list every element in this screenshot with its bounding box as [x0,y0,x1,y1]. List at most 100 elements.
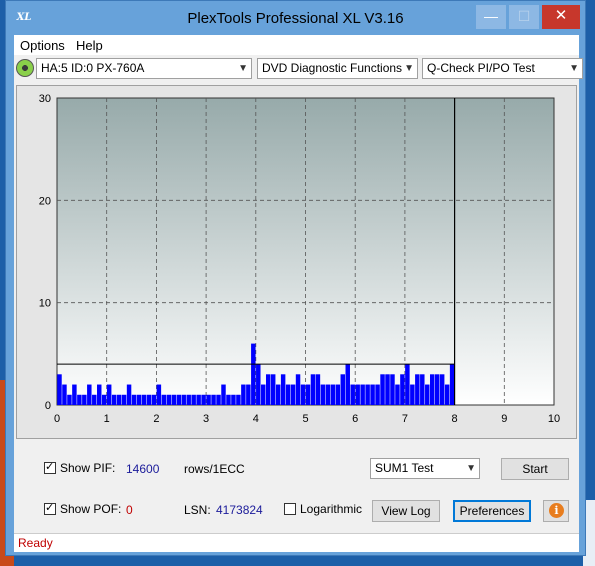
x-tick-label: 4 [253,413,259,425]
data-bar [226,394,231,405]
data-bar [72,384,77,405]
x-tick-label: 1 [104,413,110,425]
data-bar [201,394,206,405]
start-button[interactable]: Start [501,458,569,480]
lsn-value: 4173824 [216,503,263,517]
data-bar [221,384,226,405]
data-bar [315,374,321,405]
data-bar [430,374,435,405]
logarithmic-box[interactable] [284,503,296,515]
data-bar [246,384,251,405]
data-bar [136,394,142,405]
data-bar [415,374,420,405]
data-bar [275,384,281,405]
title-bar[interactable]: XL PlexTools Professional XL V3.16 — ☐ ✕ [6,1,585,35]
menu-options[interactable]: Options [20,38,65,53]
menu-help[interactable]: Help [76,38,103,53]
chevron-down-icon: ▼ [404,63,414,74]
data-bar [425,384,430,405]
data-bar [395,384,400,405]
show-poe-box[interactable] [44,501,56,515]
y-tick-label: 20 [39,195,51,207]
show-poe-checkbox[interactable]: Show POF: [44,501,121,516]
show-pif-box[interactable] [44,460,56,474]
data-bar [355,384,360,405]
info-button[interactable]: i [543,500,569,522]
data-bar [385,374,390,405]
data-bar [300,384,306,405]
x-tick-label: 3 [203,413,209,425]
y-tick-label: 30 [39,93,51,105]
data-bar [439,374,445,405]
rows-label: rows/1ECC [184,462,245,476]
preferences-button[interactable]: Preferences [453,500,531,522]
lsn-label: LSN: [184,503,211,517]
data-bar [390,374,395,405]
chevron-down-icon: ▼ [466,463,476,474]
client-area: Options Help HA:5 ID:0 PX-760A ▼ DVD Dia… [14,35,583,552]
sum-test-select[interactable]: SUM1 Test ▼ [370,458,480,479]
function-select-value: DVD Diagnostic Functions [262,61,403,75]
data-bar [370,384,375,405]
show-pif-checkbox[interactable]: Show PIF: [44,460,116,475]
x-tick-label: 6 [352,413,358,425]
data-bar [101,394,107,405]
data-bar [206,394,211,405]
data-bar [330,384,336,405]
toolbar: HA:5 ID:0 PX-760A ▼ DVD Diagnostic Funct… [14,55,583,83]
info-icon: i [549,503,564,518]
data-bar [62,384,67,405]
drive-select[interactable]: HA:5 ID:0 PX-760A ▼ [36,58,252,79]
data-bar [325,384,331,405]
data-bar [151,394,157,405]
data-bar [449,364,455,405]
x-tick-label: 9 [501,413,507,425]
view-log-button[interactable]: View Log [372,500,440,522]
maximize-button[interactable]: ☐ [509,5,539,29]
chevron-down-icon: ▼ [238,63,248,74]
data-bar [126,384,132,405]
data-bar [77,394,82,405]
data-bar [186,394,191,405]
data-bar [121,394,127,405]
logarithmic-checkbox[interactable]: Logarithmic [284,502,362,516]
data-bar [265,374,271,405]
x-tick-label: 2 [153,413,159,425]
data-bar [410,384,415,405]
data-bar [290,384,296,405]
data-bar [310,374,316,405]
data-bar [231,394,236,405]
data-bar [141,394,147,405]
data-bar [350,384,355,405]
status-bar: Ready [14,533,579,552]
pi-po-chart: 0 1 2 3 4 5 6 7 8 9 10 0 10 20 30 [39,93,560,425]
poe-value: 0 [126,503,133,517]
sum-test-value: SUM1 Test [375,461,434,475]
close-button[interactable]: ✕ [542,5,580,29]
data-bar [216,394,221,405]
show-pif-label: Show PIF: [60,461,116,475]
x-tick-label: 7 [402,413,408,425]
minimize-button[interactable]: — [476,5,506,29]
data-bar [375,384,380,405]
disc-drive-icon [16,59,34,77]
data-bar [400,374,405,405]
test-select[interactable]: Q-Check PI/PO Test ▼ [422,58,583,79]
data-bar [360,384,365,405]
status-text: Ready [18,536,53,550]
data-bar [345,364,350,405]
function-select[interactable]: DVD Diagnostic Functions ▼ [257,58,418,79]
data-bar [211,394,216,405]
data-bar [305,384,311,405]
logarithmic-label: Logarithmic [300,502,363,516]
data-bar [196,394,201,405]
data-bar [156,384,162,405]
data-bar [176,394,181,405]
data-bar [92,394,97,405]
data-bar [57,374,62,405]
data-bar [97,384,102,405]
data-bar [434,374,440,405]
data-bar [67,394,72,405]
data-bar [320,384,326,405]
data-bar [111,394,117,405]
